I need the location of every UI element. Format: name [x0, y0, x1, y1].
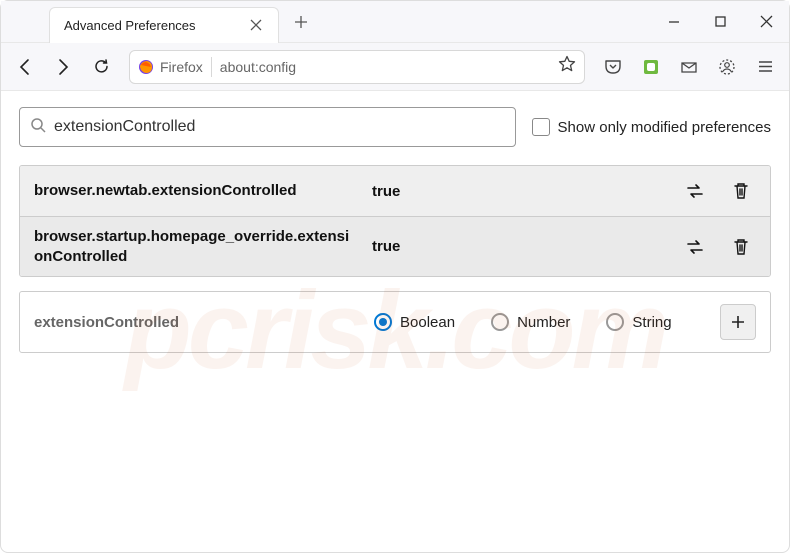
tab-title: Advanced Preferences: [64, 18, 248, 33]
search-input[interactable]: [54, 118, 505, 136]
new-tab-button[interactable]: [287, 8, 315, 36]
type-options: Boolean Number String: [374, 313, 672, 331]
extension-icon[interactable]: [635, 51, 667, 83]
pref-actions: [680, 176, 756, 206]
url-address: about:config: [220, 59, 296, 75]
show-modified-checkbox[interactable]: Show only modified preferences: [532, 118, 771, 136]
delete-icon[interactable]: [726, 232, 756, 262]
new-pref-row: extensionControlled Boolean Number Strin…: [19, 291, 771, 353]
url-bar[interactable]: Firefox about:config: [129, 50, 585, 84]
checkbox-label: Show only modified preferences: [558, 119, 771, 136]
pref-actions: [680, 232, 756, 262]
mail-icon[interactable]: [673, 51, 705, 83]
browser-tab[interactable]: Advanced Preferences: [49, 7, 279, 43]
minimize-button[interactable]: [651, 1, 697, 43]
toolbar: Firefox about:config: [1, 43, 789, 91]
search-row: Show only modified preferences: [19, 107, 771, 147]
url-brand-label: Firefox: [160, 59, 203, 75]
close-window-button[interactable]: [743, 1, 789, 43]
radio-label: Boolean: [400, 314, 455, 331]
toggle-icon[interactable]: [680, 176, 710, 206]
radio-string[interactable]: String: [606, 313, 671, 331]
radio-label: String: [632, 314, 671, 331]
new-pref-name: extensionControlled: [34, 314, 354, 331]
pref-row[interactable]: browser.newtab.extensionControlled true: [20, 166, 770, 216]
radio-icon: [374, 313, 392, 331]
toggle-icon[interactable]: [680, 232, 710, 262]
radio-boolean[interactable]: Boolean: [374, 313, 455, 331]
pref-value: true: [372, 238, 400, 255]
add-pref-button[interactable]: [720, 304, 756, 340]
search-icon: [30, 117, 46, 138]
window-controls: [651, 1, 789, 43]
close-tab-icon[interactable]: [248, 17, 264, 33]
firefox-icon: [138, 59, 154, 75]
content-area: Show only modified preferences browser.n…: [1, 91, 789, 369]
pocket-icon[interactable]: [597, 51, 629, 83]
account-icon[interactable]: [711, 51, 743, 83]
forward-button[interactable]: [47, 51, 79, 83]
titlebar: Advanced Preferences: [1, 1, 789, 43]
pref-row[interactable]: browser.startup.homepage_override.extens…: [20, 216, 770, 276]
delete-icon[interactable]: [726, 176, 756, 206]
search-box[interactable]: [19, 107, 516, 147]
radio-icon: [491, 313, 509, 331]
pref-value: true: [372, 183, 400, 200]
url-divider: [211, 57, 212, 77]
radio-label: Number: [517, 314, 570, 331]
checkbox-icon: [532, 118, 550, 136]
back-button[interactable]: [9, 51, 41, 83]
menu-icon[interactable]: [749, 51, 781, 83]
maximize-button[interactable]: [697, 1, 743, 43]
prefs-table: browser.newtab.extensionControlled true …: [19, 165, 771, 277]
reload-button[interactable]: [85, 51, 117, 83]
pref-name: browser.startup.homepage_override.extens…: [34, 227, 354, 266]
pref-name: browser.newtab.extensionControlled: [34, 181, 354, 201]
bookmark-star-icon[interactable]: [558, 55, 576, 78]
radio-number[interactable]: Number: [491, 313, 570, 331]
radio-icon: [606, 313, 624, 331]
url-identity: Firefox: [138, 59, 203, 75]
